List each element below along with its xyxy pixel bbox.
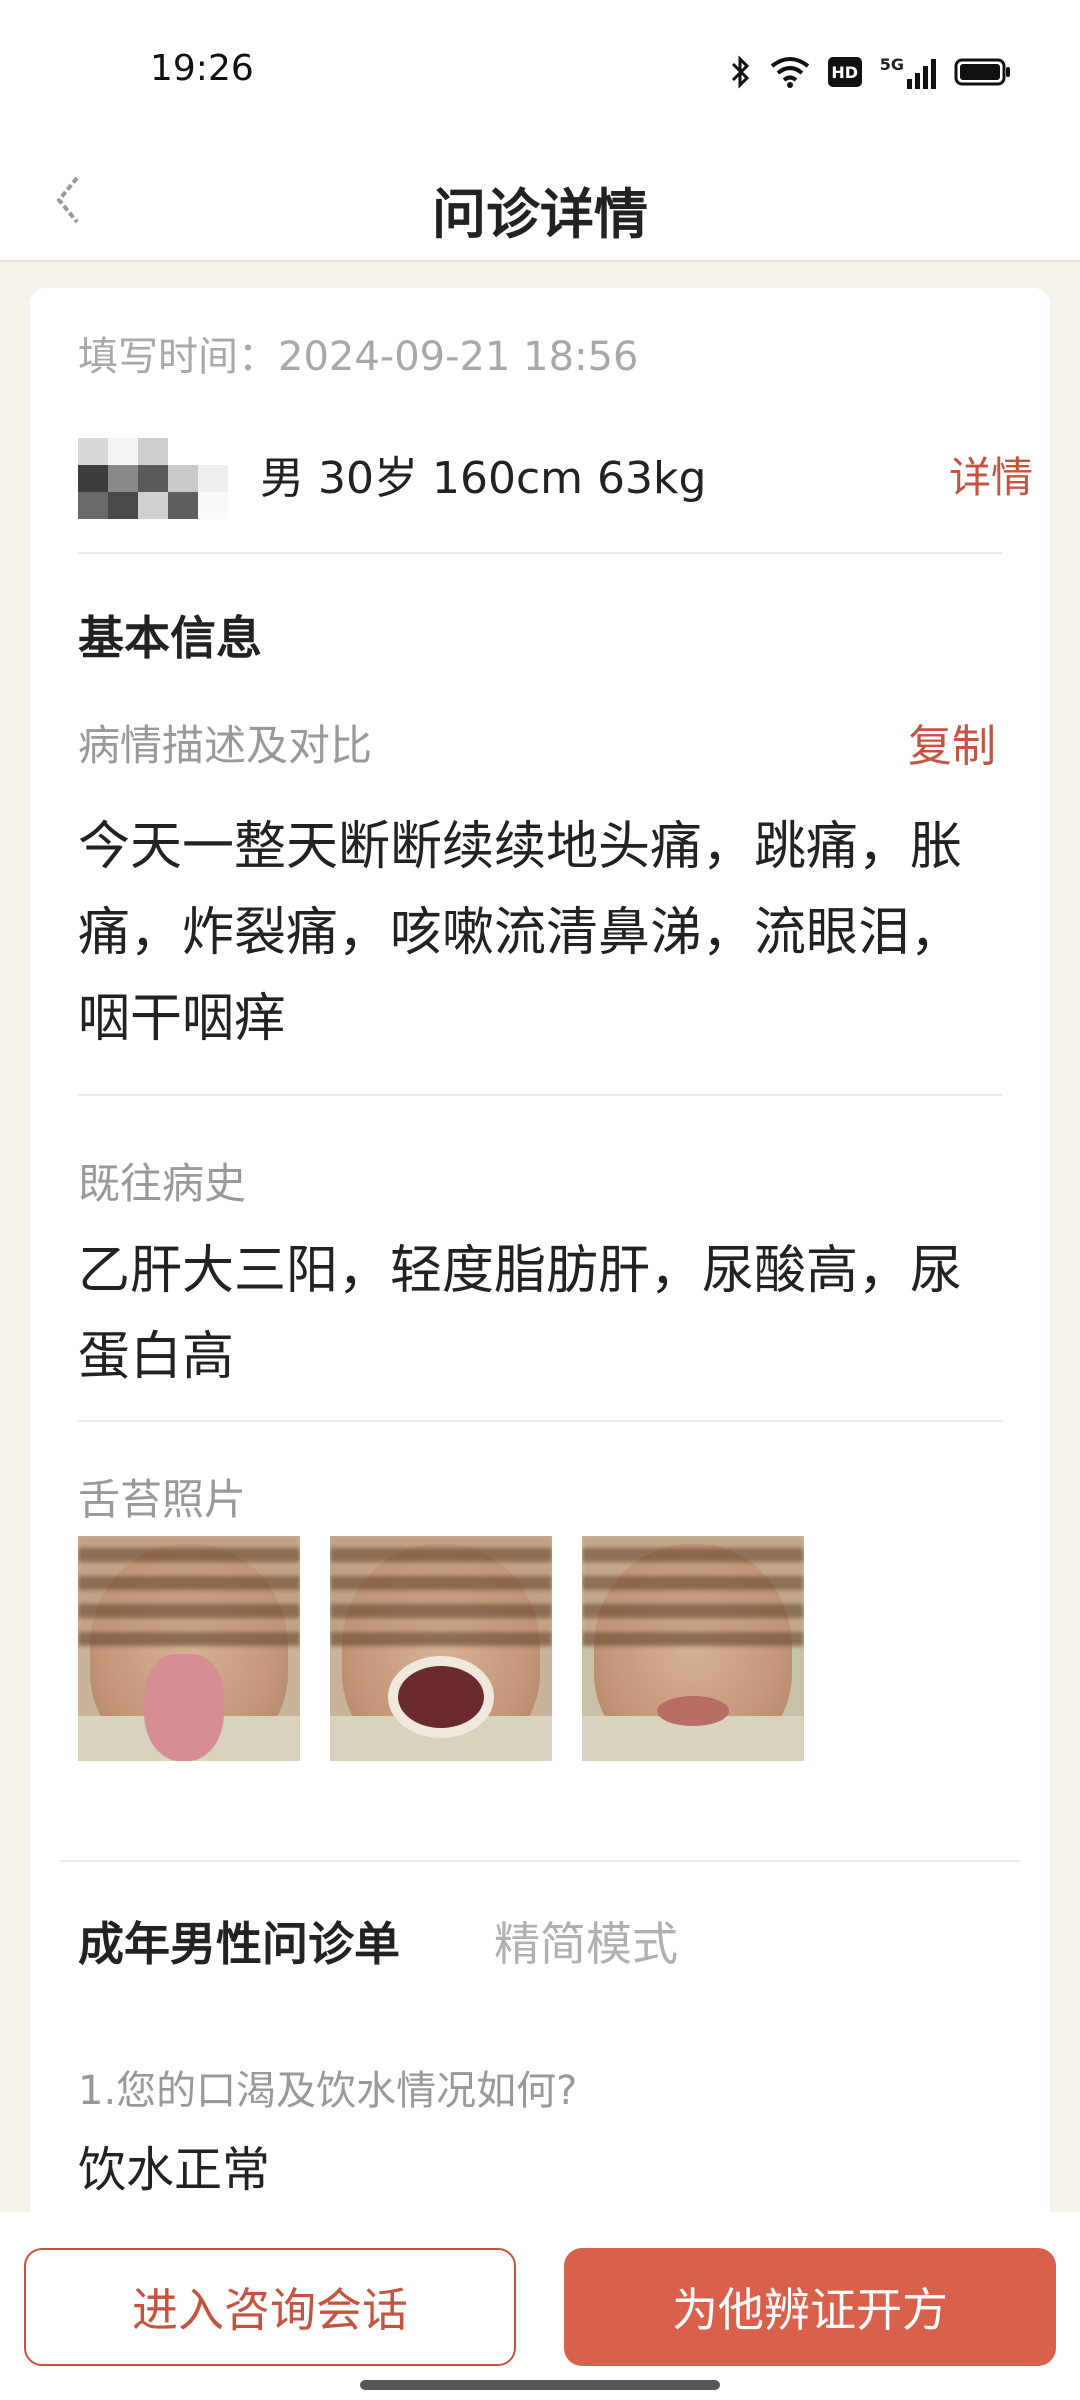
patient-name-mosaic — [78, 438, 228, 519]
enter-consultation-button[interactable]: 进入咨询会话 — [24, 2248, 516, 2366]
status-icons: HD 5G — [730, 52, 1012, 92]
prescribe-button[interactable]: 为他辨证开方 — [564, 2248, 1056, 2366]
history-text: 乙肝大三阳，轻度脂肪肝，尿酸高，尿 蛋白高 — [78, 1228, 1008, 1400]
tongue-photo[interactable] — [330, 1536, 552, 1761]
description-line: 咽干咽痒 — [78, 989, 287, 1049]
tongue-photo[interactable] — [582, 1536, 804, 1761]
bottom-action-bar: 进入咨询会话 为他辨证开方 — [0, 2212, 1080, 2400]
description-text: 今天一整天断断续续地头痛，跳痛，胀 痛，炸裂痛，咳嗽流清鼻涕，流眼泪， 咽干咽痒 — [78, 804, 1008, 1062]
patient-row: 男 30岁 160cm 63kg 详情 — [78, 438, 1033, 519]
bluetooth-icon — [730, 55, 752, 89]
description-line: 今天一整天断断续续地头痛，跳痛，胀 — [78, 817, 963, 877]
detail-link[interactable]: 详情 — [949, 444, 1033, 505]
status-bar: 19:26 HD 5G — [0, 0, 1080, 140]
hd-icon: HD — [827, 57, 862, 87]
question-1: 1.您的口渴及饮水情况如何? — [78, 2068, 578, 2114]
hd-label: HD — [831, 62, 859, 82]
history-line: 乙肝大三阳，轻度脂肪肝，尿酸高，尿 — [78, 1241, 963, 1301]
history-label: 既往病史 — [78, 1159, 247, 1208]
simple-mode-toggle[interactable]: 精简模式 — [494, 1908, 678, 1974]
divider — [78, 552, 1003, 554]
description-line: 痛，炸裂痛，咳嗽流清鼻涕，流眼泪， — [78, 903, 963, 963]
divider — [78, 1094, 1003, 1096]
status-time: 19:26 — [150, 48, 254, 89]
network-label: 5G — [879, 55, 904, 74]
history-line: 蛋白高 — [78, 1327, 235, 1387]
divider — [60, 1860, 1020, 1862]
description-label: 病情描述及对比 — [78, 721, 373, 770]
fill-time: 填写时间：2024-09-21 18:56 — [78, 334, 639, 380]
questionnaire-title: 成年男性问诊单 — [78, 1917, 400, 1971]
page-title: 问诊详情 — [432, 183, 648, 246]
nav-bar: 问诊详情 — [0, 140, 1080, 262]
tongue-photos — [78, 1536, 878, 1761]
patient-info: 男 30岁 160cm 63kg — [260, 453, 707, 504]
basic-info-title: 基本信息 — [78, 611, 262, 665]
tongue-photo[interactable] — [78, 1536, 300, 1761]
battery-icon — [954, 57, 1012, 87]
divider — [78, 1420, 1003, 1422]
tongue-photo-label: 舌苔照片 — [78, 1475, 247, 1524]
consultation-card: 填写时间：2024-09-21 18:56 男 30岁 160cm 63kg 详… — [30, 288, 1050, 2288]
wifi-icon — [770, 56, 810, 88]
home-indicator[interactable] — [360, 2380, 720, 2390]
answer-1: 饮水正常 — [78, 2142, 271, 2198]
signal-5g-icon: 5G — [880, 55, 936, 89]
copy-button[interactable]: 复制 — [908, 710, 996, 774]
